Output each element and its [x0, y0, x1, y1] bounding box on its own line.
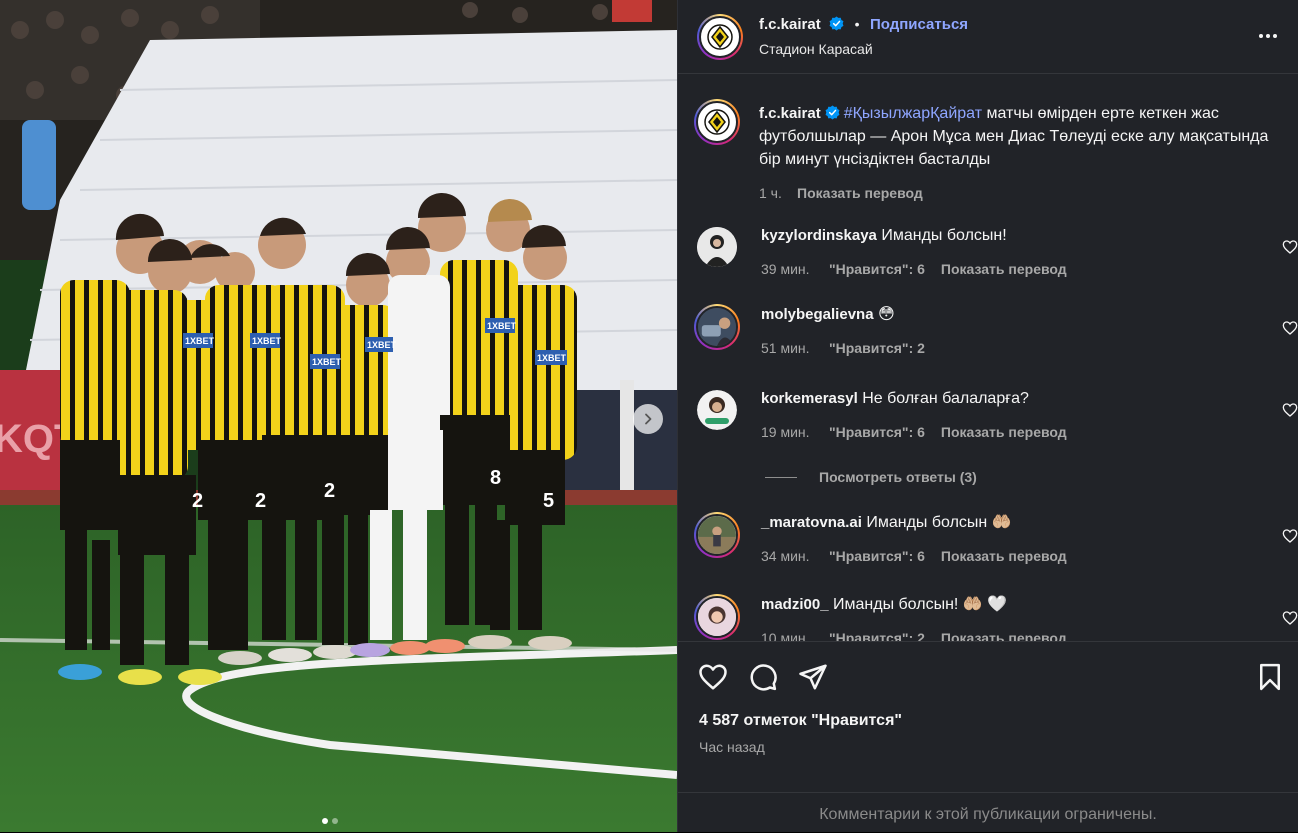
sponsor-label: 1XBET: [252, 336, 282, 346]
separator-dot: •: [854, 16, 860, 32]
more-options-button[interactable]: [1254, 26, 1282, 46]
shirt-number: 2: [324, 480, 335, 502]
post-media[interactable]: KQT 1XBET 1XBET 1XBET 1XBET 1XBET 1XBET …: [0, 0, 677, 832]
chevron-right-icon: [645, 413, 652, 425]
bookmark-icon[interactable]: [1255, 662, 1285, 692]
comment-likes[interactable]: "Нравится": 6: [829, 548, 925, 564]
post-header: f.c.kairat • Подписаться Стадион Карасай: [678, 0, 1298, 74]
author-avatar[interactable]: [697, 14, 743, 60]
post-side-panel: f.c.kairat • Подписаться Стадион Карасай: [677, 0, 1298, 832]
likes-count[interactable]: 4 587 отметок "Нравится": [699, 712, 902, 730]
team-photo: KQT 1XBET 1XBET1XBET1XBET1XBET1XBET 2 2 …: [0, 0, 677, 832]
kairat-logo-icon: [707, 24, 733, 50]
comments-restricted-notice: Комментарии к этой публикации ограничены…: [678, 792, 1298, 833]
comment-username[interactable]: korkemerasyl: [761, 390, 858, 407]
comment-username[interactable]: _maratovna.ai: [761, 514, 862, 531]
comments-list[interactable]: f.c.kairat #ҚызылжарҚайрат матчы өмірден…: [678, 75, 1298, 641]
sponsor-label: 1XBET: [367, 340, 397, 350]
paper-plane-icon[interactable]: [798, 662, 828, 692]
caption-username[interactable]: f.c.kairat: [759, 105, 821, 122]
comment-text: Не болған балаларға?: [862, 390, 1029, 407]
comment-time: 51 мин.: [761, 340, 810, 356]
comment-time: 39 мин.: [761, 261, 810, 277]
sponsor-label: 1XBET: [537, 353, 567, 363]
comment-username[interactable]: madzi00_: [761, 596, 829, 613]
sponsor-label: 1XBET: [487, 321, 517, 331]
caption-text: f.c.kairat #ҚызылжарҚайрат матчы өмірден…: [759, 102, 1289, 171]
post-timestamp[interactable]: Час назад: [699, 739, 765, 755]
kairat-logo-icon: [704, 109, 730, 135]
verified-badge-icon: [825, 105, 840, 120]
location-link[interactable]: Стадион Карасай: [759, 41, 873, 57]
author-username[interactable]: f.c.kairat: [759, 16, 821, 33]
view-replies-button[interactable]: Посмотреть ответы (3): [765, 469, 977, 485]
shirt-number: 2: [192, 490, 203, 512]
commenter-avatar[interactable]: [697, 390, 737, 430]
comment-likes[interactable]: "Нравится": 6: [829, 261, 925, 277]
shirt-number: 2: [255, 490, 266, 512]
shirt-number: 5: [543, 490, 554, 512]
follow-button[interactable]: Подписаться: [870, 16, 968, 33]
comment-likes[interactable]: "Нравится": 2: [829, 340, 925, 356]
caption-time: 1 ч.: [759, 185, 782, 201]
comment-username[interactable]: kyzylordinskaya: [761, 227, 877, 244]
comment-likes[interactable]: "Нравится": 2: [829, 630, 925, 641]
heart-icon[interactable]: [1282, 239, 1298, 255]
comment-translate-button[interactable]: Показать перевод: [941, 424, 1067, 440]
commenter-avatar[interactable]: [694, 594, 740, 640]
sponsor-label: 1XBET: [312, 357, 342, 367]
like-heart-icon[interactable]: [698, 662, 728, 692]
comment-translate-button[interactable]: Показать перевод: [941, 261, 1067, 277]
caption-hashtag[interactable]: #ҚызылжарҚайрат: [844, 105, 982, 122]
comment-time: 34 мин.: [761, 548, 810, 564]
heart-icon[interactable]: [1282, 610, 1298, 626]
carousel-indicator: [322, 818, 338, 824]
caption-author-avatar[interactable]: [694, 99, 740, 145]
verified-badge-icon: [829, 16, 844, 31]
caption-translate-button[interactable]: Показать перевод: [797, 185, 923, 201]
post-dialog: KQT 1XBET 1XBET 1XBET 1XBET 1XBET 1XBET …: [0, 0, 1298, 832]
comment-time: 10 мин.: [761, 630, 810, 641]
carousel-dot-active: [322, 818, 328, 824]
heart-icon[interactable]: [1282, 402, 1298, 418]
post-actions: 4 587 отметок "Нравится" Час назад Комме…: [678, 641, 1298, 832]
comment-text: Иманды болсын! 🤲🏼 🤍: [833, 596, 1008, 613]
carousel-dot: [332, 818, 338, 824]
comment-translate-button[interactable]: Показать перевод: [941, 630, 1067, 641]
comment-translate-button[interactable]: Показать перевод: [941, 548, 1067, 564]
heart-icon[interactable]: [1282, 320, 1298, 336]
comment-bubble-icon[interactable]: [748, 662, 778, 692]
comment-text: Иманды болсын 🤲🏼: [866, 514, 1012, 531]
shirt-number: 8: [490, 467, 501, 489]
comment-likes[interactable]: "Нравится": 6: [829, 424, 925, 440]
comment-text: Иманды болсын!: [881, 227, 1007, 244]
sponsor-label: 1XBET: [185, 336, 215, 346]
commenter-avatar[interactable]: [694, 304, 740, 350]
commenter-avatar[interactable]: [697, 227, 737, 267]
comment-username[interactable]: molybegalievna: [761, 306, 874, 323]
heart-icon[interactable]: [1282, 528, 1298, 544]
comment-time: 19 мин.: [761, 424, 810, 440]
more-dots-icon: [1259, 34, 1263, 38]
carousel-next-button[interactable]: [633, 404, 663, 434]
commenter-avatar[interactable]: [694, 512, 740, 558]
comment-text: 😳: [878, 306, 895, 323]
